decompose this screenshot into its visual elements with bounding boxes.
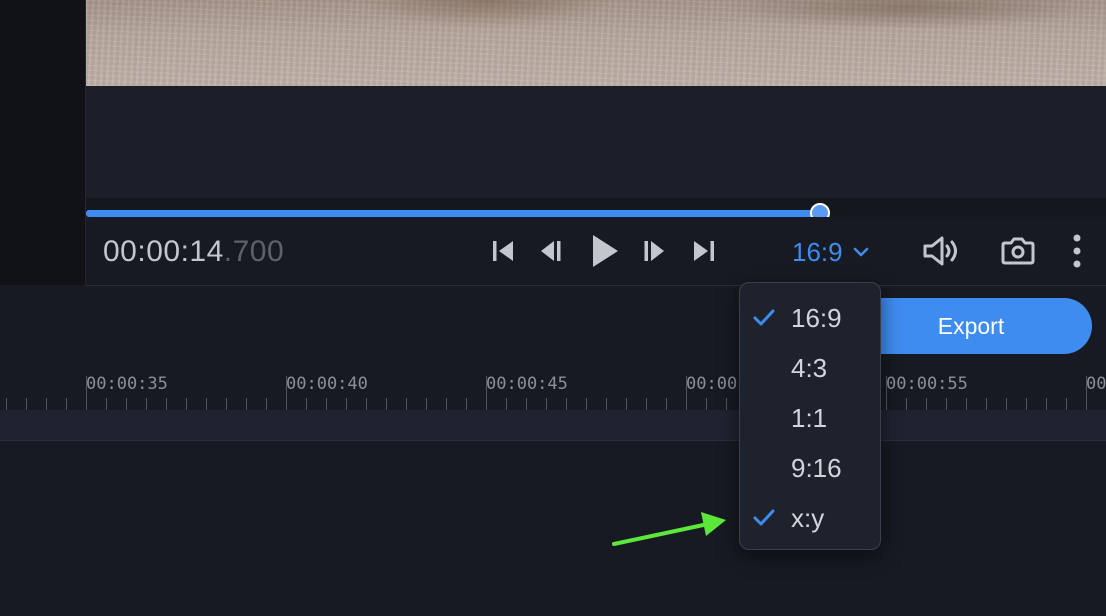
ruler-minor-tick — [6, 398, 7, 410]
ruler-minor-tick — [26, 398, 27, 410]
aspect-ratio-menu: 16:9 4:3 1:1 9:16 x:y — [739, 282, 881, 550]
chevron-down-icon — [853, 247, 868, 257]
ruler-minor-tick — [1066, 398, 1067, 410]
menu-item-1-1[interactable]: 1:1 — [740, 393, 880, 443]
ruler-major-tick — [686, 376, 687, 410]
ruler-minor-tick — [146, 398, 147, 410]
previous-frame-button[interactable] — [535, 234, 567, 268]
ruler-minor-tick — [246, 398, 247, 410]
next-frame-button[interactable] — [638, 234, 670, 268]
ruler-label: 00:00 — [686, 374, 738, 394]
more-options-button[interactable] — [1062, 234, 1092, 268]
timecode-milliseconds: .700 — [223, 235, 285, 268]
timeline-ruler[interactable]: 00:00:35 00:00:40 00:00:45 00:00 00:00:5… — [0, 370, 1106, 410]
ruler-minor-tick — [1046, 398, 1047, 410]
player-controls: 00:00:14.700 16:9 — [86, 217, 1106, 286]
ruler-minor-tick — [166, 398, 167, 410]
ruler-minor-tick — [566, 398, 567, 410]
menu-item-label: 9:16 — [791, 452, 842, 483]
ruler-label: 00:00:35 — [86, 374, 168, 394]
menu-item-label: 16:9 — [791, 302, 842, 333]
ruler-label: 00:00:55 — [886, 374, 968, 394]
ruler-minor-tick — [946, 398, 947, 410]
ruler-minor-tick — [186, 398, 187, 410]
timecode-main: 00:00:14 — [103, 235, 224, 268]
play-button[interactable] — [588, 234, 620, 268]
ruler-minor-tick — [586, 398, 587, 410]
aspect-ratio-button[interactable]: 16:9 — [792, 235, 869, 269]
skip-to-start-button[interactable] — [487, 234, 519, 268]
aspect-ratio-value: 16:9 — [792, 236, 843, 267]
ruler-minor-tick — [446, 398, 447, 410]
ruler-minor-tick — [1026, 398, 1027, 410]
ruler-minor-tick — [506, 398, 507, 410]
skip-to-end-icon — [694, 241, 714, 261]
ruler-minor-tick — [626, 398, 627, 410]
ruler-minor-tick — [266, 398, 267, 410]
ruler-minor-tick — [306, 398, 307, 410]
menu-item-label: 1:1 — [791, 402, 828, 433]
left-panel — [0, 0, 86, 285]
annotation-arrow-icon — [612, 512, 726, 546]
next-frame-icon — [644, 241, 664, 261]
ruler-minor-tick — [46, 398, 47, 410]
ruler-minor-tick — [66, 398, 67, 410]
ruler-minor-tick — [326, 398, 327, 410]
checkmark-icon — [753, 509, 775, 526]
ruler-minor-tick — [346, 398, 347, 410]
ruler-major-tick — [886, 376, 887, 410]
ruler-minor-tick — [106, 398, 107, 410]
ruler-label: 00:00:40 — [286, 374, 368, 394]
ruler-minor-tick — [546, 398, 547, 410]
timecode: 00:00:14.700 — [103, 235, 284, 269]
ruler-minor-tick — [426, 398, 427, 410]
previous-frame-icon — [541, 241, 561, 261]
ruler-minor-tick — [726, 398, 727, 410]
ruler-label: 00 — [1086, 374, 1106, 394]
skip-to-start-icon — [493, 241, 513, 261]
ruler-minor-tick — [366, 398, 367, 410]
playback-progress-fill — [86, 210, 820, 217]
ruler-major-tick — [486, 376, 487, 410]
ruler-minor-tick — [526, 398, 527, 410]
menu-item-16-9[interactable]: 16:9 — [740, 293, 880, 343]
menu-item-label: 4:3 — [791, 352, 828, 383]
ruler-major-tick — [1086, 376, 1087, 410]
timeline-track-header — [0, 410, 1106, 441]
volume-button[interactable] — [922, 234, 964, 268]
play-icon — [593, 235, 618, 267]
preview-letterbox — [86, 86, 1106, 198]
ruler-minor-tick — [206, 398, 207, 410]
checkmark-icon — [753, 309, 775, 326]
menu-item-label: x:y — [791, 502, 825, 533]
ruler-major-tick — [86, 376, 87, 410]
video-editor: 00:00:14.700 16:9 Export 00:00:35 00:00:… — [0, 0, 1106, 616]
video-preview — [86, 0, 1106, 86]
ruler-minor-tick — [386, 398, 387, 410]
menu-item-custom-x-y[interactable]: x:y — [740, 493, 880, 543]
timeline-track-area[interactable] — [0, 441, 1106, 616]
ruler-minor-tick — [986, 398, 987, 410]
ruler-minor-tick — [926, 398, 927, 410]
ruler-minor-tick — [906, 398, 907, 410]
volume-icon — [923, 236, 957, 266]
menu-item-4-3[interactable]: 4:3 — [740, 343, 880, 393]
ruler-major-tick — [286, 376, 287, 410]
ruler-minor-tick — [646, 398, 647, 410]
ruler-label: 00:00:45 — [486, 374, 568, 394]
menu-item-9-16[interactable]: 9:16 — [740, 443, 880, 493]
snapshot-camera-icon — [1001, 237, 1035, 265]
ruler-minor-tick — [706, 398, 707, 410]
more-vertical-icon — [1073, 234, 1081, 268]
ruler-minor-tick — [1006, 398, 1007, 410]
ruler-minor-tick — [406, 398, 407, 410]
ruler-minor-tick — [606, 398, 607, 410]
skip-to-end-button[interactable] — [688, 234, 720, 268]
ruler-minor-tick — [466, 398, 467, 410]
ruler-minor-tick — [126, 398, 127, 410]
ruler-minor-tick — [666, 398, 667, 410]
ruler-minor-tick — [226, 398, 227, 410]
snapshot-button[interactable] — [1000, 234, 1036, 268]
ruler-minor-tick — [966, 398, 967, 410]
